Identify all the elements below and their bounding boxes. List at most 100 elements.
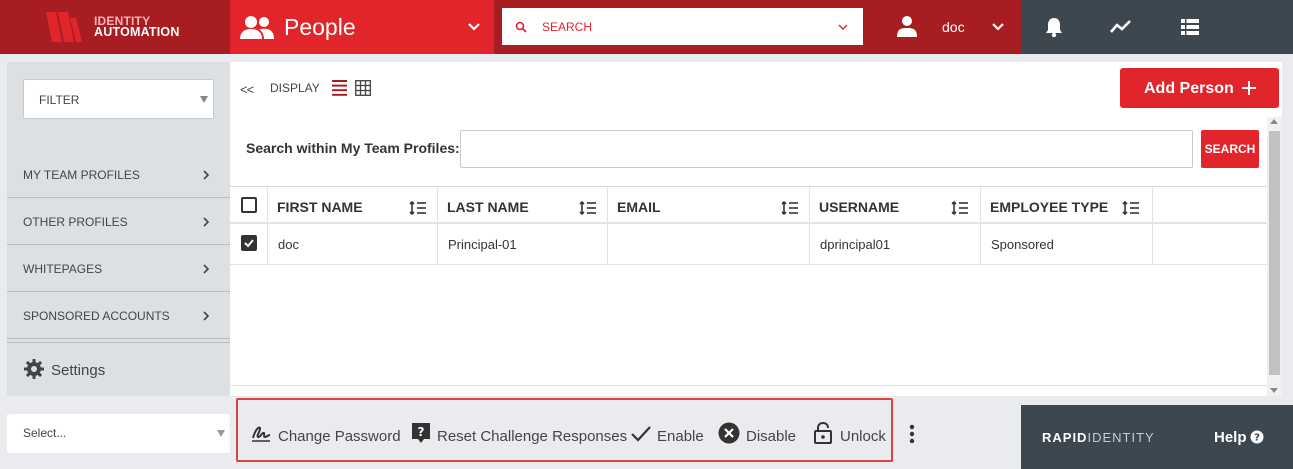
- rapididentity-brand: RAPIDIDENTITY: [1042, 430, 1155, 445]
- sort-icon[interactable]: [579, 201, 597, 215]
- sidebar-item-label: WHITEPAGES: [23, 262, 103, 276]
- sidebar-item-other-profiles[interactable]: OTHER PROFILES: [7, 198, 230, 245]
- chevron-down-icon: [992, 23, 1004, 31]
- sidebar-item-label: OTHER PROFILES: [23, 215, 128, 229]
- table-bottom-divider: [230, 385, 1267, 386]
- select-label: Select...: [23, 426, 67, 440]
- checkmark-icon: [244, 239, 254, 248]
- disable-label: Disable: [746, 428, 797, 445]
- username: doc: [942, 19, 965, 35]
- sidebar-item-label: MY TEAM PROFILES: [23, 168, 140, 182]
- vertical-scrollbar[interactable]: [1267, 117, 1282, 396]
- team-search-input[interactable]: [460, 130, 1193, 168]
- identity-automation-logo-icon: [46, 12, 82, 42]
- footer-brand-bar: RAPIDIDENTITY Help ?: [1021, 405, 1293, 469]
- add-person-button[interactable]: Add Person: [1120, 68, 1279, 108]
- activity-icon[interactable]: [1110, 16, 1132, 38]
- enable-label: Enable: [657, 428, 704, 445]
- scroll-down-icon[interactable]: [1270, 388, 1278, 393]
- disable-button[interactable]: Disable: [718, 400, 798, 460]
- enable-button[interactable]: Enable: [630, 400, 704, 460]
- close-circle-icon: [718, 422, 740, 444]
- scrollbar-thumb[interactable]: [1269, 131, 1280, 375]
- global-search-input[interactable]: [542, 17, 832, 37]
- sidebar-item-whitepages[interactable]: WHITEPAGES: [7, 245, 230, 292]
- cell-employee-type: Sponsored: [981, 224, 1153, 264]
- more-vert-icon[interactable]: [909, 424, 915, 444]
- chevron-down-icon[interactable]: [838, 22, 848, 32]
- team-search-button[interactable]: SEARCH: [1201, 130, 1259, 168]
- column-first-name[interactable]: FIRST NAME: [268, 187, 438, 222]
- select-dropdown[interactable]: Select...: [7, 414, 230, 453]
- sidebar-item-my-team-profiles[interactable]: MY TEAM PROFILES: [7, 151, 230, 198]
- column-username[interactable]: USERNAME: [810, 187, 981, 222]
- column-last-name[interactable]: LAST NAME: [438, 187, 608, 222]
- cell-text: dprincipal01: [820, 237, 891, 252]
- sort-icon[interactable]: [951, 201, 969, 215]
- cell-text: Sponsored: [991, 237, 1054, 252]
- module-switcher[interactable]: People: [230, 0, 494, 54]
- list-view-icon[interactable]: [332, 80, 347, 96]
- column-email[interactable]: EMAIL: [608, 187, 810, 222]
- chevron-down-icon: [468, 23, 480, 31]
- row-checkbox[interactable]: [241, 235, 257, 251]
- table-row[interactable]: doc Principal-01 dprincipal01 Sponsored: [230, 224, 1267, 265]
- user-menu[interactable]: doc: [871, 0, 1021, 54]
- search-within-label: Search within My Team Profiles:: [246, 140, 460, 156]
- logo-line-2: AUTOMATION: [94, 25, 180, 39]
- logo-text: IDENTITY AUTOMATION: [94, 15, 180, 39]
- search-icon: [515, 21, 527, 33]
- list-icon[interactable]: [1179, 16, 1201, 38]
- unlock-button[interactable]: Unlock: [812, 400, 888, 460]
- unlock-icon: [814, 422, 832, 444]
- chevron-right-icon: [203, 264, 210, 274]
- sort-icon[interactable]: [1122, 201, 1140, 215]
- collapse-sidebar-button[interactable]: <<: [240, 82, 254, 97]
- filter-dropdown[interactable]: FILTER: [23, 79, 214, 119]
- logo[interactable]: IDENTITY AUTOMATION: [0, 0, 230, 54]
- column-header-label: EMPLOYEE TYPE: [990, 199, 1109, 215]
- global-search-box: [502, 8, 863, 45]
- cell-last-name: Principal-01: [438, 224, 608, 264]
- gear-icon: [24, 359, 44, 379]
- top-bar: IDENTITY AUTOMATION People SEARCH doc: [0, 0, 1293, 54]
- settings-link[interactable]: Settings: [7, 342, 230, 396]
- signature-icon: [252, 426, 271, 442]
- row-select-cell: [230, 224, 268, 264]
- help-link[interactable]: Help: [1214, 429, 1247, 446]
- chevron-right-icon: [203, 217, 210, 227]
- caret-down-icon: [217, 430, 225, 437]
- sidebar-nav: MY TEAM PROFILES OTHER PROFILES WHITEPAG…: [7, 151, 230, 339]
- cell-text: Principal-01: [448, 237, 517, 252]
- svg-text:?: ?: [418, 425, 425, 439]
- filter-label: FILTER: [39, 93, 80, 107]
- select-all-cell: [230, 187, 268, 222]
- chevron-right-icon: [203, 311, 210, 321]
- main-panel: << DISPLAY Add Person Search within My T…: [230, 62, 1282, 396]
- table-header: FIRST NAME LAST NAME EMAIL USERNAME EMPL…: [230, 186, 1267, 224]
- column-employee-type[interactable]: EMPLOYEE TYPE: [981, 187, 1153, 222]
- reset-challenge-responses-button[interactable]: ? Reset Challenge Responses: [410, 400, 627, 460]
- display-label: DISPLAY: [270, 81, 320, 95]
- reset-challenge-label: Reset Challenge Responses: [437, 428, 628, 445]
- change-password-button[interactable]: Change Password: [250, 400, 401, 460]
- header-tools: [1021, 0, 1293, 54]
- sort-icon[interactable]: [409, 201, 427, 215]
- grid-view-icon[interactable]: [355, 80, 371, 96]
- bell-icon[interactable]: [1043, 16, 1065, 38]
- cell-first-name: doc: [268, 224, 438, 264]
- checkmark-icon: [631, 426, 651, 442]
- sort-icon[interactable]: [781, 201, 799, 215]
- select-all-checkbox[interactable]: [241, 197, 257, 213]
- sidebar-item-sponsored-accounts[interactable]: SPONSORED ACCOUNTS: [7, 292, 230, 339]
- settings-label: Settings: [51, 362, 106, 379]
- help-circle-icon[interactable]: ?: [1250, 430, 1264, 444]
- change-password-label: Change Password: [278, 428, 401, 445]
- brand-part-a: RAPID: [1042, 430, 1088, 445]
- scroll-up-icon[interactable]: [1270, 119, 1278, 124]
- plus-icon: [1242, 81, 1256, 95]
- unlock-label: Unlock: [840, 428, 886, 445]
- people-icon: [240, 16, 274, 39]
- brand-part-b: IDENTITY: [1087, 430, 1155, 445]
- add-person-label: Add Person: [1144, 80, 1234, 97]
